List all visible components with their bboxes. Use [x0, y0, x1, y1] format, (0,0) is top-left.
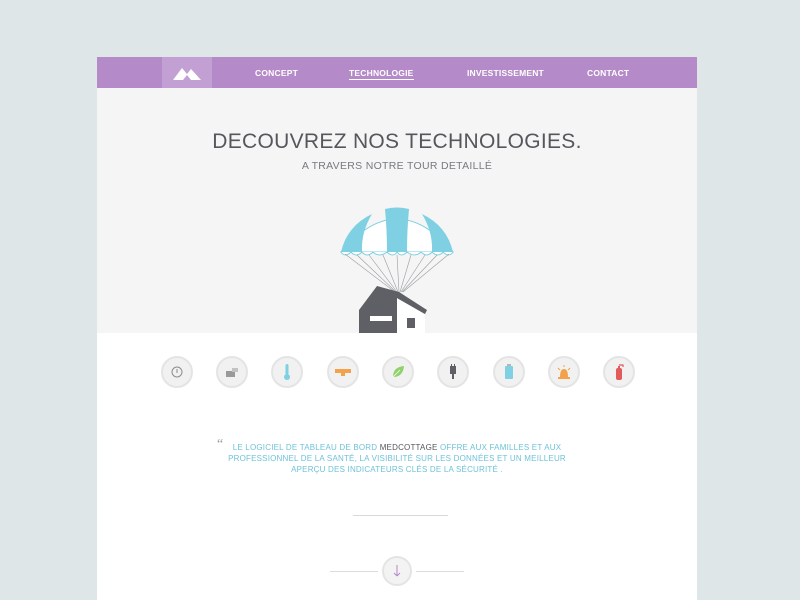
alarm-sensor-icon[interactable]	[327, 356, 359, 388]
nav-investissement[interactable]: INVESTISSEMENT	[467, 57, 544, 88]
nav-contact[interactable]: CONTACT	[587, 57, 629, 88]
technology-icon-row	[97, 356, 697, 388]
partial-text-row	[342, 596, 452, 600]
quote-brand: MEDCOTTAGE	[379, 443, 438, 452]
nav-concept[interactable]: CONCEPT	[255, 57, 298, 88]
camera-icon[interactable]	[216, 356, 248, 388]
hero-subtitle: A TRAVERS NOTRE TOUR DETAILLÉ	[301, 160, 493, 172]
top-navbar: CONCEPT TECHNOLOGIE INVESTISSEMENT CONTA…	[97, 57, 697, 88]
section-divider	[353, 515, 448, 516]
hero-title: DECOUVREZ NOS TECHNOLOGIES.	[212, 130, 582, 153]
thermostat-icon[interactable]	[161, 356, 193, 388]
fire-extinguisher-icon[interactable]	[603, 356, 635, 388]
logo-mountain-icon[interactable]	[162, 57, 212, 88]
medcottage-quote: LE LOGICIEL DE TABLEAU DE BORD MEDCOTTAG…	[227, 442, 567, 475]
siren-icon[interactable]	[548, 356, 580, 388]
quote-mark-icon: “	[217, 437, 224, 452]
parachute-house-illustration	[339, 207, 455, 333]
water-tank-icon[interactable]	[493, 356, 525, 388]
bottom-divider-left	[330, 571, 378, 572]
leaf-icon[interactable]	[382, 356, 414, 388]
quote-text-1: LE LOGICIEL DE TABLEAU DE BORD	[232, 443, 380, 452]
hero-section: DECOUVREZ NOS TECHNOLOGIES. A TRAVERS NO…	[97, 88, 697, 333]
page-container: CONCEPT TECHNOLOGIE INVESTISSEMENT CONTA…	[97, 57, 697, 600]
bottom-divider-right	[416, 571, 464, 572]
thermometer-icon[interactable]	[271, 356, 303, 388]
nav-technologie[interactable]: TECHNOLOGIE	[349, 57, 414, 88]
thermostat-icon[interactable]	[382, 556, 412, 586]
plug-icon[interactable]	[437, 356, 469, 388]
